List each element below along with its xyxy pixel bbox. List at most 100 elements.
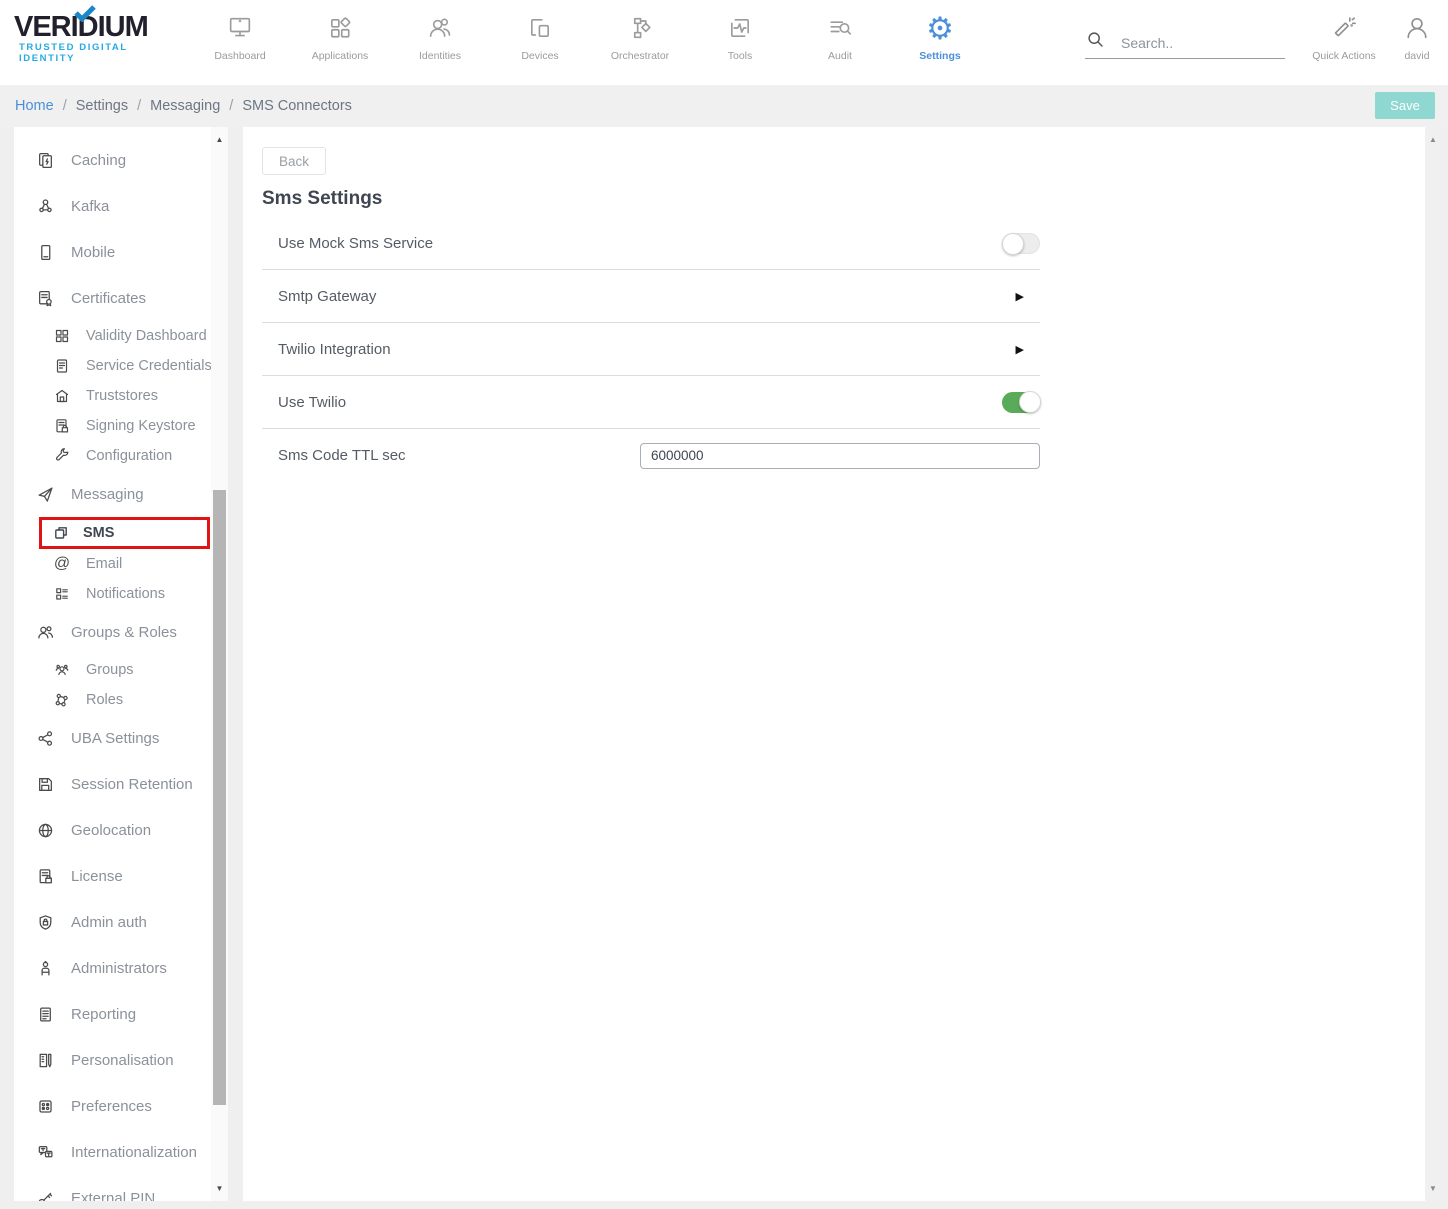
breadcrumb-messaging[interactable]: Messaging — [150, 98, 220, 114]
save-button[interactable]: Save — [1375, 92, 1435, 119]
use-mock-sms-toggle[interactable] — [1002, 233, 1040, 254]
sidebar-item-label: Email — [86, 556, 122, 572]
nav-item-orchestrator[interactable]: Orchestrator — [590, 11, 690, 62]
page-scrollbar[interactable]: ▲ ▼ — [1425, 127, 1441, 1201]
sidebar-item-mobile[interactable]: Mobile — [14, 229, 228, 275]
sidebar-item-label: Reporting — [71, 1006, 136, 1023]
paper-plane-icon — [36, 485, 54, 503]
sidebar-item-label: Personalisation — [71, 1052, 174, 1069]
sidebar-item-label: Truststores — [86, 388, 158, 404]
sidebar-item-messaging[interactable]: Messaging — [14, 471, 228, 517]
back-button[interactable]: Back — [262, 147, 326, 175]
scroll-down-arrow-icon[interactable]: ▼ — [211, 1184, 228, 1193]
setting-row-use-mock-sms-service: Use Mock Sms Service — [262, 217, 1040, 270]
sidebar-item-admin-auth[interactable]: Admin auth — [14, 899, 228, 945]
orchestrator-icon — [626, 11, 654, 45]
search-icon — [1085, 29, 1107, 56]
sidebar-item-groups[interactable]: Groups — [14, 655, 228, 685]
expand-arrow-icon[interactable] — [1016, 290, 1024, 303]
setting-row-sms-code-ttl: Sms Code TTL sec — [262, 429, 1040, 482]
at-sign-icon: @ — [53, 555, 71, 573]
sidebar-item-label: Geolocation — [71, 822, 151, 839]
use-twilio-toggle[interactable] — [1002, 392, 1040, 413]
setting-row-smtp-gateway[interactable]: Smtp Gateway — [262, 270, 1040, 323]
sidebar-item-reporting[interactable]: Reporting — [14, 991, 228, 1037]
nav-item-identities[interactable]: Identities — [390, 11, 490, 62]
sidebar-item-label: Notifications — [86, 586, 165, 602]
sidebar-item-service-credentials[interactable]: Service Credentials — [14, 351, 228, 381]
settings-sidebar: Caching Kafka Mobile Certificates Validi… — [14, 127, 228, 1201]
group-icon — [53, 661, 71, 679]
breadcrumb-home-link[interactable]: Home — [15, 98, 54, 114]
nav-item-tools[interactable]: Tools — [690, 11, 790, 62]
page-title: Sms Settings — [262, 188, 1425, 210]
wrench-icon — [53, 447, 71, 465]
sidebar-item-preferences[interactable]: Preferences — [14, 1083, 228, 1129]
sidebar-item-external-pin[interactable]: External PIN — [14, 1175, 228, 1201]
breadcrumb-settings[interactable]: Settings — [76, 98, 128, 114]
sidebar-item-certificates[interactable]: Certificates — [14, 275, 228, 321]
sidebar-item-groups-and-roles[interactable]: Groups & Roles — [14, 609, 228, 655]
sidebar-item-session-retention[interactable]: Session Retention — [14, 761, 228, 807]
veridium-logo[interactable]: VERIDIUM TRUSTED DIGITAL IDENTITY — [14, 12, 174, 64]
sms-code-ttl-input[interactable] — [640, 443, 1040, 469]
nav-label: Orchestrator — [611, 50, 669, 62]
user-menu[interactable]: david — [1394, 11, 1440, 62]
breadcrumb-sms-connectors: SMS Connectors — [242, 98, 352, 114]
setting-row-twilio-integration[interactable]: Twilio Integration — [262, 323, 1040, 376]
sidebar-item-notifications[interactable]: Notifications — [14, 579, 228, 609]
nav-item-devices[interactable]: Devices — [490, 11, 590, 62]
sidebar-item-personalisation[interactable]: Personalisation — [14, 1037, 228, 1083]
sidebar-item-license[interactable]: License — [14, 853, 228, 899]
user-name-label: david — [1404, 50, 1429, 62]
sidebar-scrollbar[interactable]: ▲ ▼ — [211, 127, 228, 1201]
groups-roles-icon — [36, 623, 54, 641]
nav-item-applications[interactable]: Applications — [290, 11, 390, 62]
search-input[interactable] — [1121, 35, 1271, 51]
settings-gear-icon: ⚙ — [926, 11, 954, 45]
nav-item-settings[interactable]: ⚙ Settings — [890, 11, 990, 62]
sidebar-item-roles[interactable]: Roles — [14, 685, 228, 715]
sidebar-item-uba-settings[interactable]: UBA Settings — [14, 715, 228, 761]
nav-label: Audit — [828, 50, 852, 62]
truststore-icon — [53, 387, 71, 405]
setting-label: Use Twilio — [278, 394, 346, 411]
magic-wand-icon — [1330, 11, 1358, 45]
sidebar-item-label: Certificates — [71, 290, 146, 307]
validity-dashboard-icon — [53, 327, 71, 345]
sidebar-item-label: Messaging — [71, 486, 144, 503]
sidebar-item-configuration[interactable]: Configuration — [14, 441, 228, 471]
nav-item-audit[interactable]: Audit — [790, 11, 890, 62]
sidebar-item-geolocation[interactable]: Geolocation — [14, 807, 228, 853]
quick-actions-label: Quick Actions — [1312, 50, 1376, 62]
kafka-icon — [36, 197, 54, 215]
sidebar-item-truststores[interactable]: Truststores — [14, 381, 228, 411]
sidebar-item-internationalization[interactable]: Internationalization — [14, 1129, 228, 1175]
sidebar-item-email[interactable]: @ Email — [14, 549, 228, 579]
sidebar-item-label: Groups — [86, 662, 134, 678]
toggle-knob — [1002, 233, 1024, 255]
sidebar-item-administrators[interactable]: Administrators — [14, 945, 228, 991]
scroll-up-arrow-icon[interactable]: ▲ — [211, 135, 228, 144]
quick-actions-button[interactable]: Quick Actions — [1308, 11, 1380, 62]
sidebar-item-kafka[interactable]: Kafka — [14, 183, 228, 229]
sidebar-item-signing-keystore[interactable]: Signing Keystore — [14, 411, 228, 441]
expand-arrow-icon[interactable] — [1016, 343, 1024, 356]
sidebar-scrollbar-thumb[interactable] — [213, 490, 226, 1105]
sidebar-item-label: Preferences — [71, 1098, 152, 1115]
sms-settings-panel: Back Sms Settings Use Mock Sms Service S… — [243, 127, 1425, 1201]
nav-item-dashboard[interactable]: Dashboard — [190, 11, 290, 62]
sidebar-item-caching[interactable]: Caching — [14, 137, 228, 183]
sidebar-item-label: Validity Dashboard — [86, 328, 207, 344]
scroll-down-arrow-icon[interactable]: ▼ — [1425, 1184, 1441, 1193]
identities-icon — [426, 11, 454, 45]
scroll-up-arrow-icon[interactable]: ▲ — [1425, 135, 1441, 144]
nav-label: Dashboard — [214, 50, 265, 62]
sidebar-item-sms[interactable]: SMS — [39, 517, 210, 549]
license-icon — [36, 867, 54, 885]
nav-label: Identities — [419, 50, 461, 62]
administrator-icon — [36, 959, 54, 977]
topbar: VERIDIUM TRUSTED DIGITAL IDENTITY Dashbo… — [0, 0, 1448, 85]
sidebar-item-label: Session Retention — [71, 776, 193, 793]
sidebar-item-validity-dashboard[interactable]: Validity Dashboard — [14, 321, 228, 351]
